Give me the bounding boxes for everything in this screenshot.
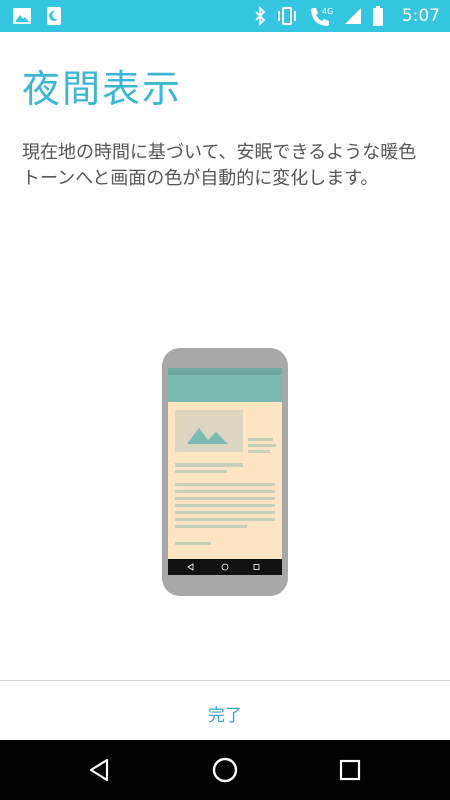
page-description: 現在地の時間に基づいて、安眠できるような暖色トーンへと画面の色が自動的に変化しま… (22, 142, 417, 189)
page-title: 夜間表示 (22, 67, 183, 111)
signal-icon (344, 7, 362, 25)
footer-divider (0, 680, 450, 681)
status-time: 5:07 (401, 6, 440, 26)
recents-icon (339, 759, 361, 781)
vibrate-icon (276, 6, 298, 26)
network-label: 4G (322, 7, 333, 16)
battery-icon (372, 5, 384, 27)
nav-recents-button[interactable] (310, 740, 390, 800)
status-left-icons (12, 6, 62, 26)
home-icon (212, 757, 238, 783)
volte-call-icon: 4G (308, 5, 334, 27)
night-moon-icon (46, 6, 62, 26)
phone-illustration (162, 348, 288, 596)
nav-home-button[interactable] (185, 740, 265, 800)
back-icon (89, 758, 109, 782)
status-bar: 4G 5:07 (0, 0, 450, 32)
navigation-bar (0, 740, 450, 800)
image-placeholder-icon (175, 410, 243, 452)
nav-back-button[interactable] (60, 740, 140, 800)
night-display-illustration (160, 346, 290, 598)
bluetooth-icon (254, 6, 266, 26)
done-button[interactable]: 完了 (165, 690, 285, 736)
phone-nav-bar (168, 559, 282, 575)
status-right-icons: 4G 5:07 (254, 0, 440, 32)
image-icon (12, 6, 32, 26)
